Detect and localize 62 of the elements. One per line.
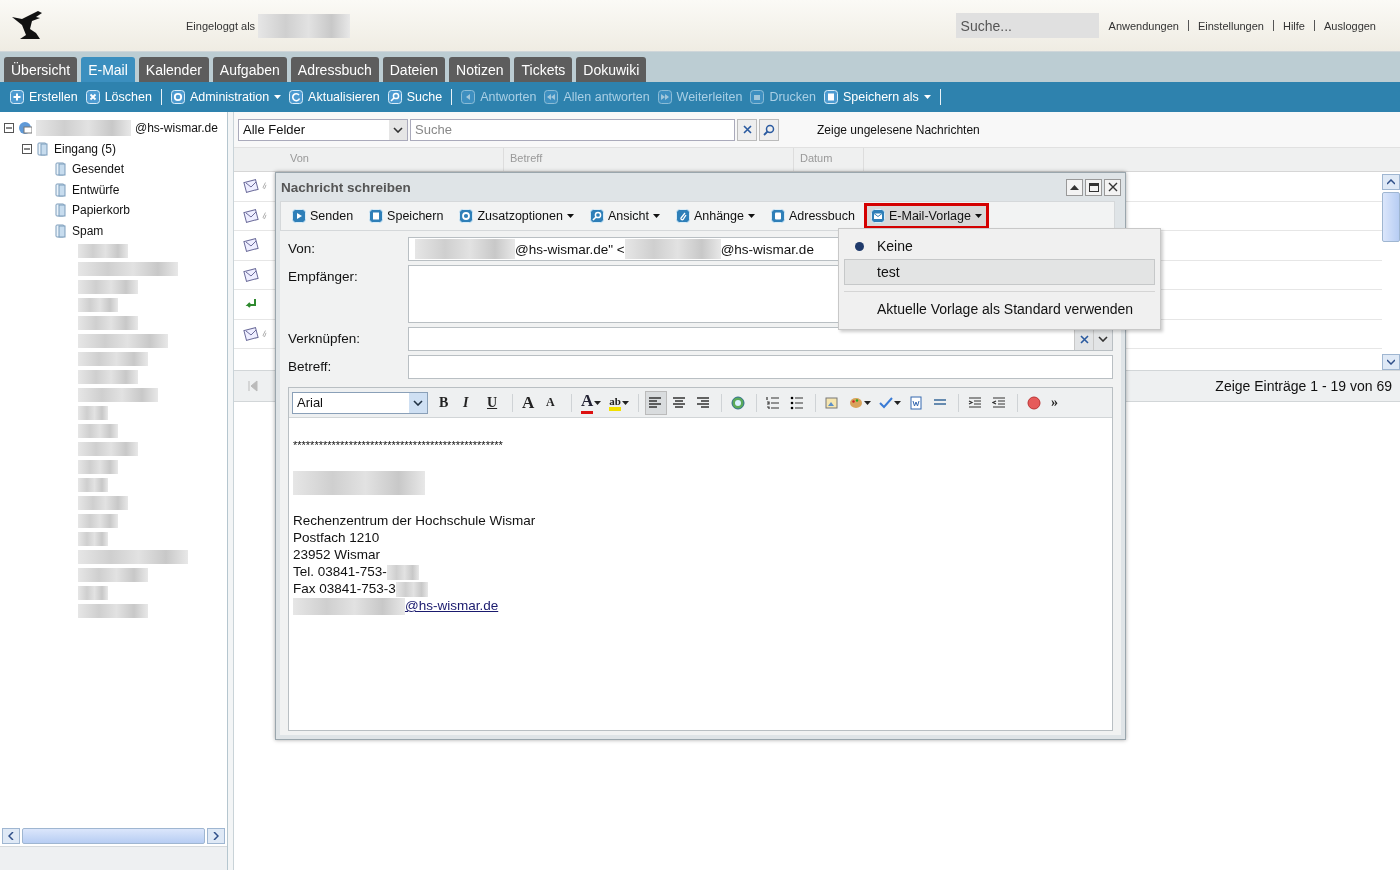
folder-label[interactable]: Papierkorb bbox=[72, 203, 131, 218]
folder-label[interactable]: Spam bbox=[72, 223, 104, 238]
paging-info: Zeige Einträge 1 - 19 von 69 bbox=[1215, 378, 1392, 394]
format-button[interactable]: U bbox=[484, 390, 506, 415]
toolbar-button[interactable]: Ansicht bbox=[582, 203, 667, 229]
toolbar-button[interactable]: Senden bbox=[285, 203, 361, 229]
search-field[interactable]: Suche... bbox=[955, 13, 1099, 38]
tab[interactable]: Aufgaben bbox=[212, 57, 287, 82]
field-label: Verknüpfen: bbox=[288, 330, 362, 346]
format-button[interactable]: A bbox=[543, 390, 565, 415]
field-select[interactable]: Alle Felder bbox=[238, 118, 408, 141]
tab[interactable]: Adressbuch bbox=[290, 57, 379, 82]
header-link[interactable]: Hilfe bbox=[1283, 19, 1305, 32]
folder-label[interactable]: @hs-wismar.de bbox=[135, 121, 218, 136]
signature-line: 23952 Wismar bbox=[293, 547, 381, 562]
format-button[interactable]: B bbox=[436, 390, 458, 415]
toolbar-button[interactable]: Zusatzoptionen bbox=[452, 203, 581, 229]
signature-line: Postfach 1210 bbox=[293, 530, 380, 545]
menu-item[interactable]: Aktuelle Vorlage als Standard verwenden bbox=[844, 296, 1155, 322]
unread-link[interactable]: Zeige ungelesene Nachrichten bbox=[817, 122, 980, 137]
signature-line: Tel. 03841-753- bbox=[293, 564, 387, 579]
toolbar-button[interactable]: Löschen bbox=[81, 90, 156, 104]
toolbar-button[interactable]: E-Mail-Vorlage bbox=[863, 203, 989, 229]
toolbar-button[interactable]: Suche bbox=[383, 90, 447, 104]
tab[interactable]: E-Mail bbox=[81, 57, 135, 82]
dialog-title: Nachricht schreiben bbox=[281, 179, 411, 195]
tab[interactable]: Tickets bbox=[514, 57, 573, 82]
toolbar-button[interactable]: Anhänge bbox=[668, 203, 762, 229]
folder-label[interactable]: Entwürfe bbox=[72, 182, 120, 197]
email-link[interactable]: @hs-wismar.de bbox=[405, 598, 499, 613]
tab[interactable]: Kalender bbox=[138, 57, 209, 82]
format-button[interactable]: A bbox=[578, 390, 605, 415]
tab[interactable]: Übersicht bbox=[4, 57, 78, 82]
menu-item[interactable]: test bbox=[844, 259, 1155, 285]
search-field[interactable]: Suche bbox=[410, 118, 735, 141]
tab[interactable]: Dateien bbox=[382, 57, 445, 82]
toolbar-button[interactable]: Speichern bbox=[362, 203, 451, 229]
field-label: Empfänger: bbox=[288, 268, 359, 284]
field-label: Betreff: bbox=[288, 358, 333, 374]
field-label: Von: bbox=[288, 240, 317, 256]
format-button[interactable]: » bbox=[1047, 390, 1070, 415]
folder-label[interactable]: Gesendet bbox=[72, 162, 125, 177]
format-button[interactable]: ab bbox=[606, 390, 632, 415]
signature-line: Rechenzentrum der Hochschule Wismar bbox=[293, 513, 536, 528]
signature-line: Fax 03841-753-3 bbox=[293, 581, 396, 596]
tab[interactable]: Dokuwiki bbox=[576, 57, 647, 82]
tab[interactable]: Notizen bbox=[449, 57, 511, 82]
sender-text: @hs-wismar.de bbox=[720, 241, 814, 257]
toolbar-button[interactable]: Erstellen bbox=[6, 90, 82, 104]
font-select[interactable]: Arial bbox=[292, 391, 428, 414]
header-link[interactable]: Ausloggen bbox=[1324, 19, 1376, 32]
sender-text: @hs-wismar.de" < bbox=[515, 241, 625, 257]
format-button[interactable]: A bbox=[519, 390, 541, 415]
folder-label[interactable]: Eingang (5) bbox=[54, 141, 117, 156]
toolbar-button[interactable]: Aktualisieren bbox=[285, 90, 384, 104]
toolbar-button[interactable]: Speichern als bbox=[819, 90, 935, 104]
header-link[interactable]: Einstellungen bbox=[1197, 19, 1264, 32]
logged-in-label: Eingeloggt als bbox=[186, 19, 256, 32]
toolbar-button[interactable]: Administration bbox=[166, 90, 286, 104]
signature-line: ************************************************* bbox=[293, 438, 503, 452]
format-button[interactable]: I bbox=[460, 390, 482, 415]
header-link[interactable]: Anwendungen bbox=[1108, 19, 1179, 32]
